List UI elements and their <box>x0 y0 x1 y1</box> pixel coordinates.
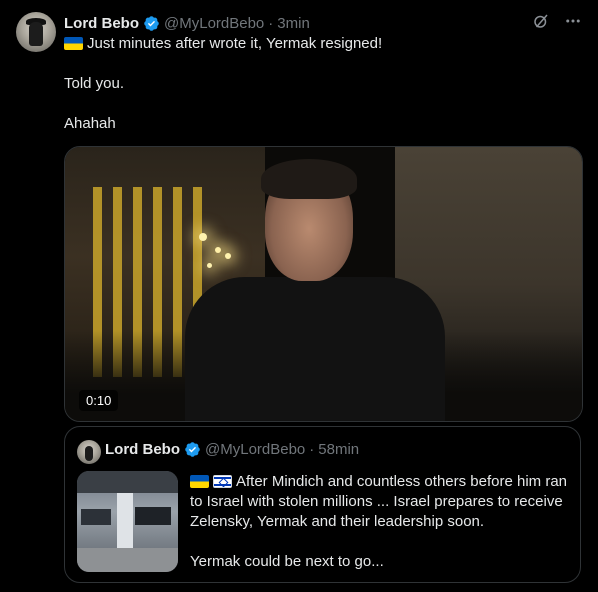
verified-badge-icon <box>144 15 159 31</box>
author-name[interactable]: Lord Bebo <box>64 15 139 32</box>
tweet-line-1: Just minutes after wrote it, Yermak resi… <box>64 34 574 54</box>
quote-header: Lord Bebo @MyLordBebo · 58min <box>105 441 359 458</box>
tweet-header: Lord Bebo @MyLordBebo · 3min <box>64 12 582 34</box>
tweet-text: Just minutes after wrote it, Yermak resi… <box>64 34 574 154</box>
ukraine-flag-icon <box>190 475 209 488</box>
israel-flag-icon <box>213 475 232 488</box>
quote-avatar <box>77 440 101 464</box>
quote-text: After Mindich and countless others befor… <box>190 472 570 592</box>
separator-dot: · <box>309 441 315 458</box>
tweet-line-3: Ahahah <box>64 115 116 132</box>
video-duration: 0:10 <box>79 390 119 411</box>
timestamp[interactable]: 3min <box>277 15 310 32</box>
quote-paragraph-2: Yermak could be next to go... <box>190 553 384 570</box>
quote-thumbnail[interactable] <box>77 471 178 572</box>
separator-dot: · <box>268 14 274 32</box>
video-player[interactable]: 0:10 <box>64 146 583 422</box>
quote-handle: @MyLordBebo <box>205 441 306 458</box>
more-icon[interactable] <box>564 12 582 30</box>
grok-icon[interactable] <box>532 12 550 30</box>
quote-timestamp: 58min <box>318 441 360 458</box>
ukraine-flag-icon <box>64 37 83 50</box>
quote-paragraph-1: After Mindich and countless others befor… <box>190 473 568 530</box>
verified-badge-icon <box>185 442 200 457</box>
quoted-tweet[interactable]: Lord Bebo @MyLordBebo · 58min After Mind… <box>64 426 581 583</box>
avatar[interactable] <box>16 12 56 52</box>
quote-author-name: Lord Bebo <box>105 441 180 458</box>
speaker-figure <box>185 277 445 421</box>
author-handle[interactable]: @MyLordBebo <box>164 15 264 32</box>
tweet-line-2: Told you. <box>64 75 125 92</box>
